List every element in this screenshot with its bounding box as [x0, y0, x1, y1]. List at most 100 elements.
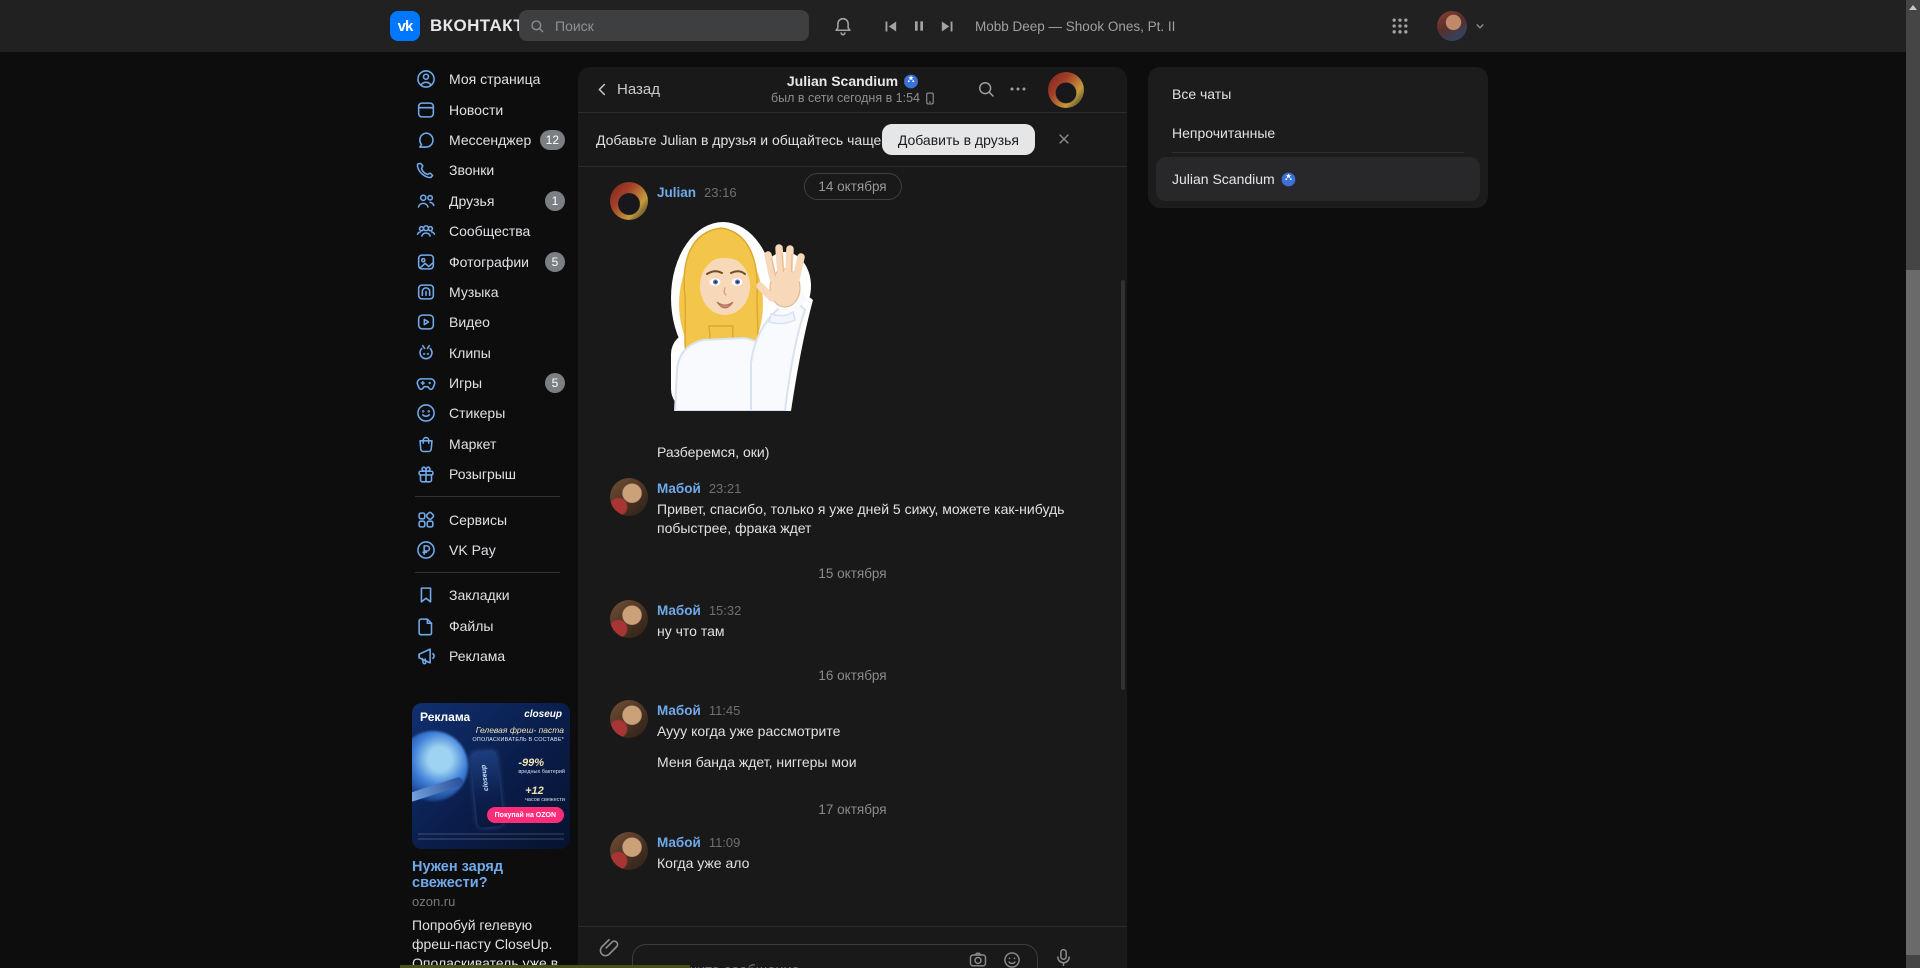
message-row: Мабой11:09Когда уже ало	[610, 832, 1107, 873]
ad-fine-print	[418, 833, 564, 843]
calls-icon	[415, 159, 437, 181]
message-time: 23:16	[704, 185, 737, 200]
message-avatar[interactable]	[610, 600, 648, 638]
sidebar-divider	[415, 572, 560, 573]
message-row: Мабой11:45Аууу когда уже рассмотритеМеня…	[610, 700, 1107, 772]
games-icon	[415, 372, 437, 394]
scrollbar-thumb[interactable]	[1906, 270, 1920, 955]
chat-peer-info[interactable]: Julian Scandium был в сети сегодня в 1:5…	[771, 73, 934, 105]
global-search[interactable]	[519, 10, 809, 41]
sidebar-item-label: Сервисы	[449, 512, 507, 528]
sidebar-item-photos[interactable]: Фотографии5	[400, 246, 570, 276]
filter-unread[interactable]: Непрочитанные	[1172, 125, 1275, 141]
message-avatar[interactable]	[610, 832, 648, 870]
date-separator: 16 октября	[578, 668, 1127, 683]
ad-ozon-button[interactable]: Покупай на OZON	[487, 807, 564, 823]
sidebar-item-label: Стикеры	[449, 405, 505, 421]
previous-track-icon[interactable]	[882, 0, 899, 52]
sidebar-item-clips[interactable]: Клипы	[400, 338, 570, 368]
sidebar-item-communities[interactable]: Сообщества	[400, 216, 570, 246]
emoji-smiley-icon[interactable]	[1002, 950, 1022, 968]
message-author[interactable]: Мабой	[657, 835, 701, 850]
sidebar-item-files[interactable]: Файлы	[400, 611, 570, 641]
chat-scrollbar-thumb[interactable]	[1121, 280, 1125, 690]
add-friend-button[interactable]: Добавить в друзья	[882, 124, 1035, 155]
giveaway-icon	[415, 463, 437, 485]
scrollbar-up-arrow-icon[interactable]	[1909, 5, 1917, 10]
video-icon	[415, 311, 437, 333]
message-time: 23:21	[709, 481, 742, 496]
message-row: Мабой 15:32 ну что там	[610, 600, 1107, 641]
message-time: 15:32	[709, 603, 742, 618]
sidebar-item-bookmarks[interactable]: Закладки	[400, 580, 570, 610]
sidebar-item-label: Розыгрыш	[449, 466, 516, 482]
back-label: Назад	[617, 81, 660, 98]
sidebar-item-vkpay[interactable]: VK Pay	[400, 535, 570, 565]
sidebar-item-music[interactable]: Музыка	[400, 277, 570, 307]
chevron-down-icon[interactable]	[1473, 0, 1487, 52]
news-icon	[415, 99, 437, 121]
music-icon	[415, 281, 437, 303]
notifications-bell-icon[interactable]	[832, 0, 854, 52]
message-row: Мабой 23:21 Привет, спасибо, только я уже …	[610, 478, 1107, 538]
chat-list-item-selected[interactable]: Julian Scandium	[1156, 157, 1480, 201]
message-avatar[interactable]	[610, 478, 648, 516]
message-time: 11:45	[709, 703, 741, 718]
message-author[interactable]: Мабой	[657, 703, 701, 718]
sidebar-ad[interactable]: Реклама closeup Гелевая фреш- паста ОПОЛ…	[412, 703, 570, 968]
sidebar-item-messenger[interactable]: Мессенджер12	[400, 125, 570, 155]
message-author[interactable]: Мабой	[657, 603, 701, 618]
sidebar-item-my-page[interactable]: Моя страница	[400, 64, 570, 94]
sidebar-item-giveaway[interactable]: Розыгрыш	[400, 459, 570, 489]
search-input[interactable]	[553, 17, 787, 35]
top-bar: vk ВКОНТАКТЕ Mobb Deep — Shook Ones, Pt.…	[0, 0, 1906, 52]
message-avatar[interactable]	[610, 182, 648, 220]
filter-all-chats[interactable]: Все чаты	[1172, 86, 1231, 102]
attachment-paperclip-icon[interactable]	[598, 936, 621, 959]
back-button[interactable]: Назад	[595, 67, 660, 112]
sidebar-item-label: Клипы	[449, 345, 491, 361]
message-author[interactable]: Мабой	[657, 481, 701, 496]
sidebar-item-market[interactable]: Маркет	[400, 429, 570, 459]
page-scrollbar[interactable]	[1906, 0, 1920, 968]
next-track-icon[interactable]	[939, 0, 956, 52]
message-author[interactable]: Julian	[657, 185, 696, 200]
chat-peer-avatar[interactable]	[1048, 72, 1084, 108]
sidebar-item-label: Моя страница	[449, 71, 540, 87]
camera-icon[interactable]	[968, 950, 988, 968]
pause-icon[interactable]	[911, 0, 927, 52]
more-options-icon[interactable]	[1008, 86, 1028, 106]
now-playing-track[interactable]: Mobb Deep — Shook Ones, Pt. II	[975, 0, 1175, 52]
message-avatar[interactable]	[610, 700, 648, 738]
sidebar-item-ads[interactable]: Реклама	[400, 641, 570, 671]
microphone-icon[interactable]	[1053, 947, 1074, 968]
sidebar-item-friends[interactable]: Друзья1	[400, 186, 570, 216]
sidebar-item-stickers[interactable]: Стикеры	[400, 398, 570, 428]
ad-title-link[interactable]: Нужен заряд свежести?	[412, 859, 570, 891]
sidebar-item-news[interactable]: Новости	[400, 94, 570, 124]
sidebar-item-label: VK Pay	[449, 542, 496, 558]
sidebar-item-video[interactable]: Видео	[400, 307, 570, 337]
counter-badge: 12	[540, 130, 565, 150]
chat-filters-panel: Все чаты Непрочитанные Julian Scandium	[1148, 67, 1488, 208]
search-icon	[529, 18, 545, 34]
sidebar-item-label: Сообщества	[449, 223, 530, 239]
message-text: ну что там	[657, 622, 741, 641]
ad-image[interactable]: Реклама closeup Гелевая фреш- паста ОПОЛ…	[412, 703, 570, 849]
vk-logo[interactable]: vk	[390, 11, 420, 41]
close-icon[interactable]	[1056, 131, 1072, 147]
chat-title: Julian Scandium	[787, 73, 898, 89]
ad-label: Реклама	[420, 710, 470, 724]
sidebar-item-games[interactable]: Игры5	[400, 368, 570, 398]
waving-blonde-woman-sticker[interactable]	[657, 208, 815, 411]
chat-header: Назад Julian Scandium был в сети сегодня…	[578, 67, 1127, 113]
chat-search-icon[interactable]	[976, 79, 996, 99]
user-avatar[interactable]	[1437, 11, 1467, 41]
sidebar-item-services[interactable]: Сервисы	[400, 504, 570, 534]
sidebar-item-label: Звонки	[449, 162, 494, 178]
apps-grid-icon[interactable]	[1390, 0, 1410, 52]
sidebar-item-calls[interactable]: Звонки	[400, 155, 570, 185]
market-icon	[415, 433, 437, 455]
message-text: Привет, спасибо, только я уже дней 5 сиж…	[657, 500, 1069, 538]
my-page-icon	[415, 68, 437, 90]
